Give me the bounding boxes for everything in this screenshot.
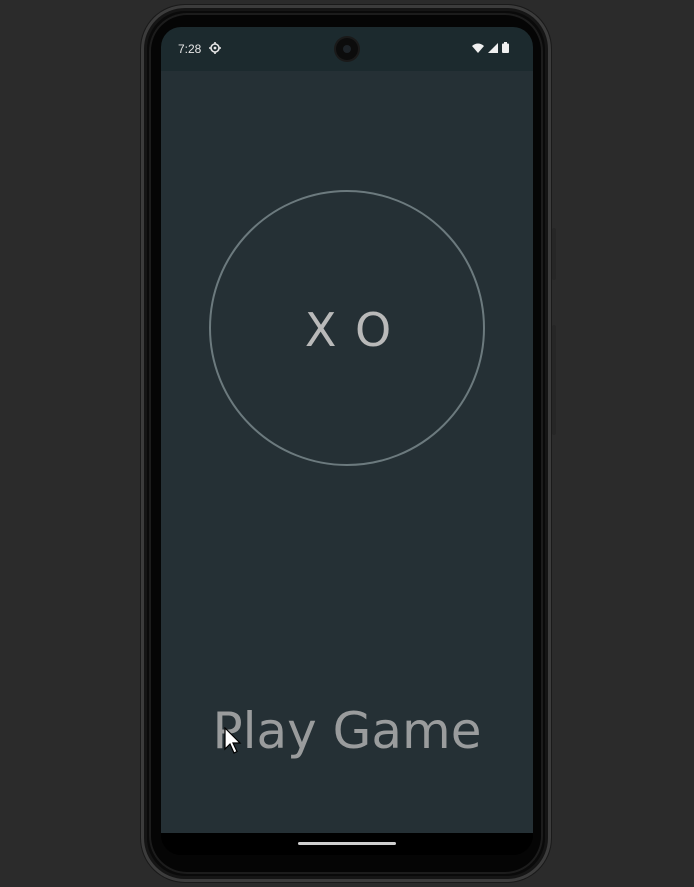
emulator-stage: 7:28 X O Play Game	[0, 0, 694, 887]
play-game-button[interactable]: Play Game	[161, 696, 533, 766]
status-bar: 7:28	[161, 27, 533, 71]
logo-text: X O	[304, 303, 394, 357]
logo-circle: X O	[209, 190, 485, 466]
device-screen: 7:28 X O Play Game	[161, 27, 533, 855]
battery-icon	[502, 42, 509, 56]
wifi-icon	[472, 42, 484, 56]
home-gesture-handle[interactable]	[298, 842, 396, 845]
front-camera	[336, 38, 358, 60]
mouse-pointer-icon	[224, 726, 242, 755]
navigation-bar	[161, 833, 533, 855]
status-icons	[472, 42, 509, 56]
status-time: 7:28	[178, 42, 202, 56]
app-content: X O Play Game	[161, 71, 533, 833]
volume-button[interactable]	[552, 325, 556, 435]
cell-signal-icon	[488, 42, 498, 56]
power-button[interactable]	[552, 228, 556, 280]
gear-icon	[209, 42, 221, 54]
